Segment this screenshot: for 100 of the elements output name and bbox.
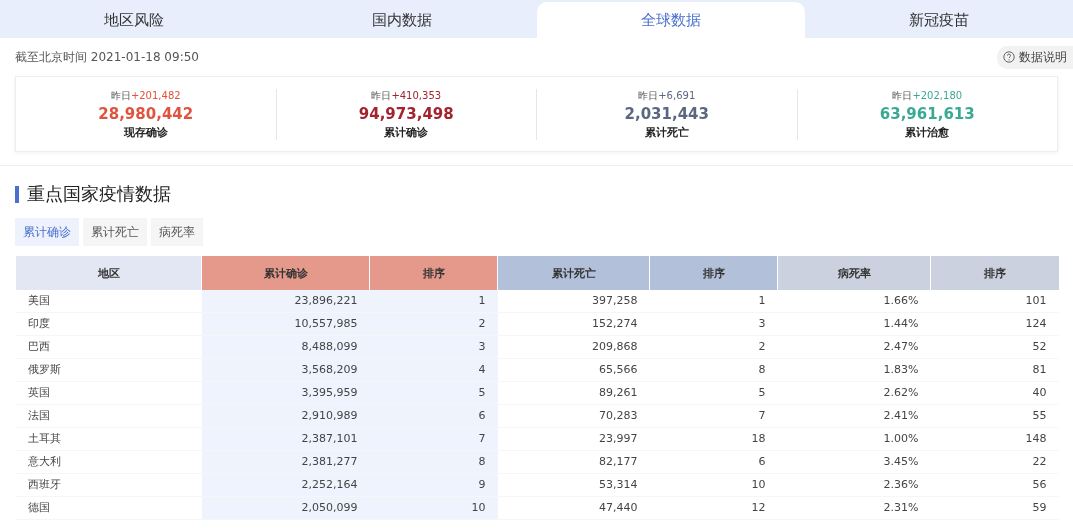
table-cell: 18 [649, 427, 778, 451]
table-cell: 7 [369, 427, 498, 451]
sub-tab[interactable]: 病死率 [151, 218, 203, 246]
table-cell: 89,261 [497, 381, 650, 405]
table-cell: 2,252,164 [201, 473, 370, 497]
stat-value: 63,961,613 [879, 104, 975, 123]
table-cell: 西班牙 [15, 473, 202, 497]
table-cell: 209,868 [497, 335, 650, 359]
table-cell: 1.66% [777, 290, 931, 313]
table-cell: 法国 [15, 404, 202, 428]
table-cell: 4 [369, 358, 498, 382]
table-cell: 3,568,209 [201, 358, 370, 382]
table-cell: 6 [369, 404, 498, 428]
column-header[interactable]: 地区 [15, 256, 202, 290]
stat-value: 94,973,498 [358, 104, 454, 123]
table-cell: 3 [369, 335, 498, 359]
column-header[interactable]: 排序 [930, 256, 1059, 290]
table-cell: 8,488,099 [201, 335, 370, 359]
table-cell: 1.44% [777, 312, 931, 336]
question-icon [1003, 51, 1015, 63]
table-cell: 65,566 [497, 358, 650, 382]
table-cell: 2,387,101 [201, 427, 370, 451]
stat-value: 2,031,443 [624, 104, 709, 123]
table-cell: 2.41% [777, 404, 931, 428]
stat-label: 累计确诊 [384, 124, 429, 140]
table-cell: 53,314 [497, 473, 650, 497]
table-cell: 3,395,959 [201, 381, 370, 405]
stat-label: 累计死亡 [644, 124, 689, 140]
table-cell: 397,258 [497, 290, 650, 313]
table-cell: 10 [369, 496, 498, 520]
table-cell: 23,896,221 [201, 290, 370, 313]
table-cell: 巴西 [15, 335, 202, 359]
table-cell: 3.45% [777, 450, 931, 474]
table-cell: 152,274 [497, 312, 650, 336]
tab[interactable]: 新冠疫苗 [804, 2, 1073, 38]
table-cell: 22 [930, 450, 1059, 474]
table-cell: 印度 [15, 312, 202, 336]
table-cell: 1 [649, 290, 778, 313]
table-cell: 2.62% [777, 381, 931, 405]
delta-text: 昨日+6,691 [638, 88, 696, 103]
table-cell: 3 [649, 312, 778, 336]
help-label: 数据说明 [1019, 48, 1067, 66]
column-header[interactable]: 排序 [369, 256, 498, 290]
table-cell: 7 [649, 404, 778, 428]
table-cell: 1.00% [777, 427, 931, 451]
table-cell: 意大利 [15, 450, 202, 474]
table-cell: 1.83% [777, 358, 931, 382]
tab[interactable]: 全球数据 [536, 2, 805, 38]
table-cell: 124 [930, 312, 1059, 336]
sub-tab[interactable]: 累计确诊 [15, 218, 79, 246]
tab[interactable]: 国内数据 [268, 2, 537, 38]
table-cell: 2 [369, 312, 498, 336]
column-header[interactable]: 病死率 [777, 256, 931, 290]
column-header[interactable]: 累计死亡 [497, 256, 650, 290]
table-cell: 148 [930, 427, 1059, 451]
column-header[interactable]: 累计确诊 [201, 256, 370, 290]
table-cell: 美国 [15, 290, 202, 313]
stat-value: 28,980,442 [98, 104, 194, 123]
table-cell: 40 [930, 381, 1059, 405]
delta-text: 昨日+201,482 [110, 88, 181, 103]
table-cell: 56 [930, 473, 1059, 497]
table-cell: 47,440 [497, 496, 650, 520]
table-cell: 59 [930, 496, 1059, 520]
stat-label: 现存确诊 [123, 124, 168, 140]
table-cell: 英国 [15, 381, 202, 405]
table-cell: 德国 [15, 496, 202, 520]
table-cell: 10,557,985 [201, 312, 370, 336]
stat-label: 累计治愈 [905, 124, 950, 140]
table-cell: 101 [930, 290, 1059, 313]
table-cell: 2.47% [777, 335, 931, 359]
table-cell: 5 [369, 381, 498, 405]
table-cell: 70,283 [497, 404, 650, 428]
delta-text: 昨日+410,353 [371, 88, 442, 103]
table-cell: 俄罗斯 [15, 358, 202, 382]
table-cell: 12 [649, 496, 778, 520]
sub-tab[interactable]: 累计死亡 [83, 218, 147, 246]
section-title: 重点国家疫情数据 [27, 182, 171, 206]
column-header[interactable]: 排序 [649, 256, 778, 290]
table-cell: 10 [649, 473, 778, 497]
title-bar [15, 185, 19, 203]
update-time: 截至北京时间 2021-01-18 09:50 [15, 48, 199, 66]
table-cell: 81 [930, 358, 1059, 382]
table-cell: 9 [369, 473, 498, 497]
table-cell: 2,910,989 [201, 404, 370, 428]
table-cell: 2,050,099 [201, 496, 370, 520]
table-cell: 8 [369, 450, 498, 474]
table-cell: 82,177 [497, 450, 650, 474]
table-cell: 2 [649, 335, 778, 359]
help-link[interactable]: 数据说明 [997, 45, 1073, 69]
table-cell: 23,997 [497, 427, 650, 451]
table-cell: 2.31% [777, 496, 931, 520]
table-cell: 5 [649, 381, 778, 405]
table-cell: 2,381,277 [201, 450, 370, 474]
tab[interactable]: 地区风险 [0, 2, 269, 38]
table-cell: 8 [649, 358, 778, 382]
table-cell: 55 [930, 404, 1059, 428]
table-cell: 52 [930, 335, 1059, 359]
delta-text: 昨日+202,180 [892, 88, 963, 103]
table-cell: 6 [649, 450, 778, 474]
table-cell: 土耳其 [15, 427, 202, 451]
